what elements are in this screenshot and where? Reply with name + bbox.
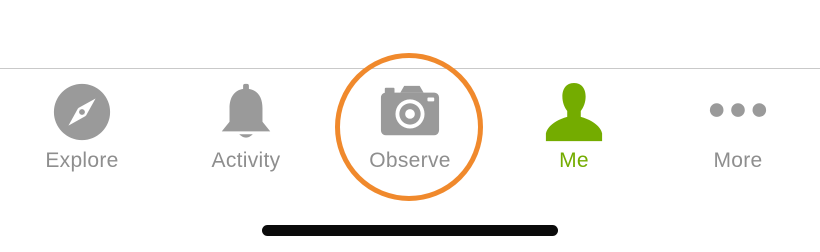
tab-more-label: More — [713, 149, 763, 172]
content-area — [0, 0, 820, 68]
compass-icon — [53, 83, 111, 141]
more-dots-icon — [709, 103, 767, 117]
bottom-tab-bar: Explore Activity Observe Me More — [0, 69, 820, 199]
tab-activity-label: Activity — [211, 149, 281, 172]
tab-more[interactable]: More — [656, 69, 820, 199]
tab-me[interactable]: Me — [492, 69, 656, 199]
tab-explore-label: Explore — [45, 149, 119, 172]
person-icon — [545, 82, 603, 142]
tab-observe-label: Observe — [369, 149, 451, 172]
home-indicator[interactable] — [262, 225, 558, 236]
tab-explore[interactable]: Explore — [0, 69, 164, 199]
tab-activity[interactable]: Activity — [164, 69, 328, 199]
tab-me-label: Me — [559, 149, 589, 172]
bell-icon — [221, 83, 271, 138]
tab-observe[interactable]: Observe — [328, 69, 492, 199]
camera-icon — [380, 85, 440, 136]
